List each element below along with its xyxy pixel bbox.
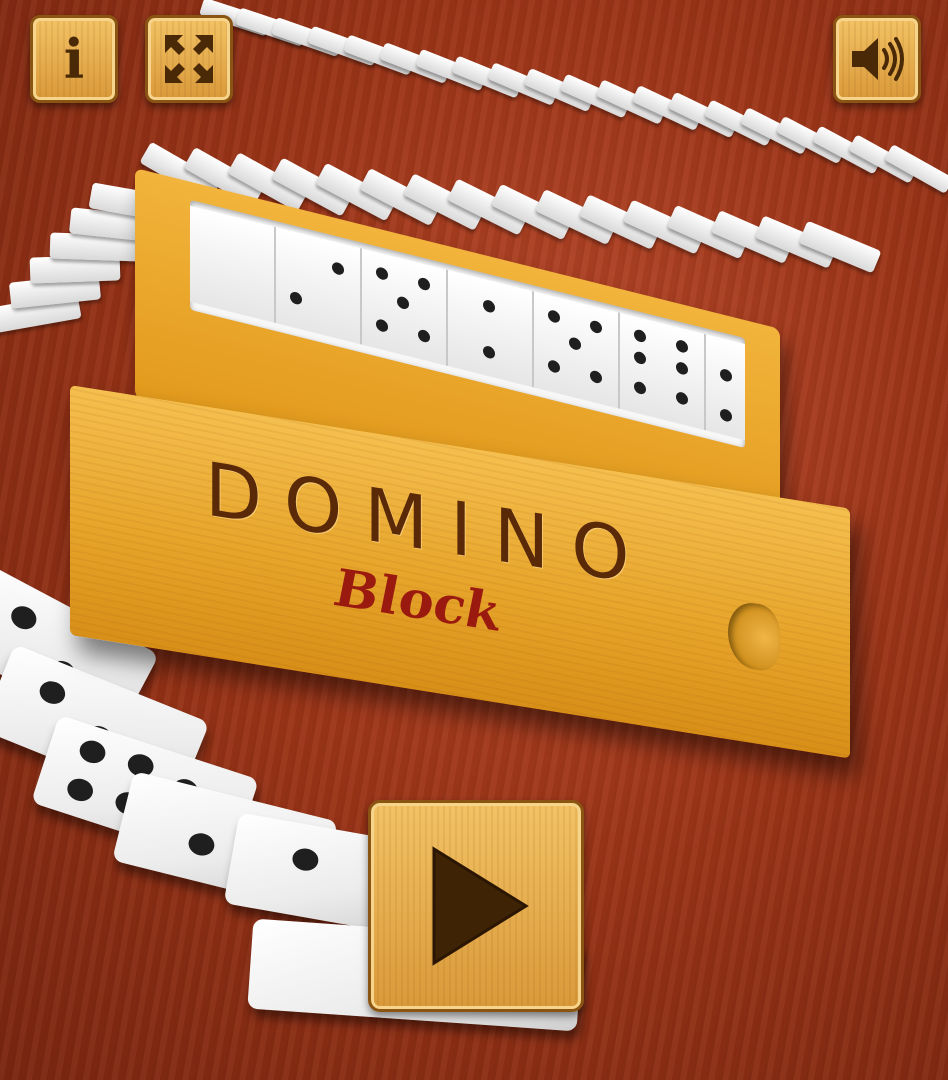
- box-domino-tile: [276, 227, 362, 345]
- box-domino-tile: [534, 291, 620, 409]
- fullscreen-button[interactable]: [145, 15, 233, 103]
- domino-tile: [798, 220, 882, 274]
- play-button[interactable]: [368, 800, 584, 1012]
- sound-button[interactable]: [833, 15, 921, 103]
- speaker-icon: [852, 37, 904, 81]
- box-domino-tile: [620, 312, 706, 431]
- play-icon: [432, 846, 529, 966]
- fullscreen-icon: [165, 35, 213, 83]
- box-domino-tile: [190, 205, 276, 324]
- info-icon: i: [63, 27, 85, 91]
- info-button[interactable]: i: [30, 15, 118, 103]
- box-domino-tile: [362, 248, 448, 367]
- box-domino-tile: [706, 334, 745, 441]
- box-domino-tile: [448, 270, 534, 388]
- lid-finger-notch: [728, 599, 780, 674]
